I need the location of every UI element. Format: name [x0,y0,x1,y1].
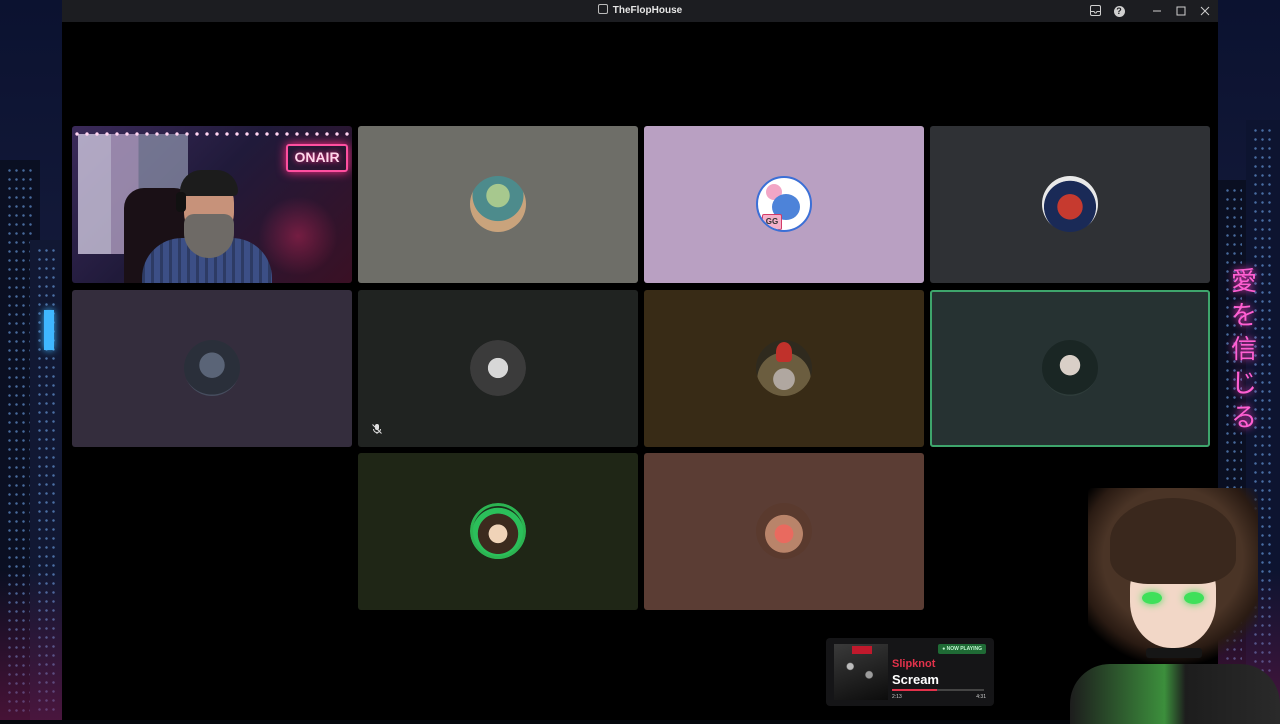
doll-avatar [470,176,526,232]
vtuber-character [1050,478,1280,724]
girl-avatar [756,503,812,559]
participant-tile[interactable] [358,126,638,283]
maximize-button[interactable] [1172,2,1190,20]
participant-tile-camera[interactable]: ONAIR [72,126,352,283]
app-window: TheFlopHouse ? ONAIR GG [62,0,1218,720]
participant-tile-speaking[interactable] [930,290,1210,447]
vtuber-eye [1184,592,1204,604]
headset-icon [176,192,186,212]
progress-fill [892,689,938,691]
album-cover [834,644,888,700]
vtuber-eye [1142,592,1162,604]
spiked-collar [1146,648,1202,658]
neon-sign: 愛を信じる [1230,267,1257,433]
mic-muted-icon [370,423,384,437]
total-time: 4:31 [976,694,986,700]
avatar-text: GG [762,214,782,230]
inbox-button[interactable] [1086,2,1104,20]
on-air-sign: ONAIR [286,144,348,172]
gnome-avatar [756,340,812,396]
window-title: TheFlopHouse [612,5,683,16]
help-icon: ? [1113,6,1125,17]
neon-light [44,310,54,350]
call-grid: ONAIR GG [66,22,1214,720]
app-logo-icon [597,4,608,14]
participant-tile[interactable] [358,290,638,447]
kid-avatar [470,503,526,559]
participant-tile[interactable] [644,290,924,447]
title-bar: TheFlopHouse ? [62,0,1218,22]
badge-avatar [1042,176,1098,232]
stitch-avatar: GG [756,176,812,232]
maximize-icon [1176,6,1186,16]
dragon-avatar [184,340,240,396]
now-playing-widget: ● NOW PLAYING Slipknot Scream 2:13 4:31 [826,638,994,706]
current-time: 2:13 [892,694,902,700]
now-playing-badge: ● NOW PLAYING [938,644,986,654]
help-button[interactable]: ? [1110,2,1128,20]
string-lights [72,132,352,136]
participant-tile[interactable] [72,290,352,447]
close-icon [1200,6,1210,16]
progress-bar [892,689,984,691]
minimize-button[interactable] [1148,2,1166,20]
inbox-icon [1089,5,1101,16]
song-title: Scream [892,672,939,687]
close-button[interactable] [1196,2,1214,20]
minimize-icon [1153,10,1161,12]
participant-tile[interactable] [358,453,638,610]
artist-name: Slipknot [892,658,936,670]
participant-tile[interactable] [644,453,924,610]
skull-avatar [470,340,526,396]
vtuber-jacket [1070,664,1280,724]
beanie [180,170,238,196]
vtuber-hair [1110,498,1236,584]
participant-tile[interactable] [930,126,1210,283]
woman-avatar [1042,340,1098,396]
participant-tile[interactable]: GG [644,126,924,283]
